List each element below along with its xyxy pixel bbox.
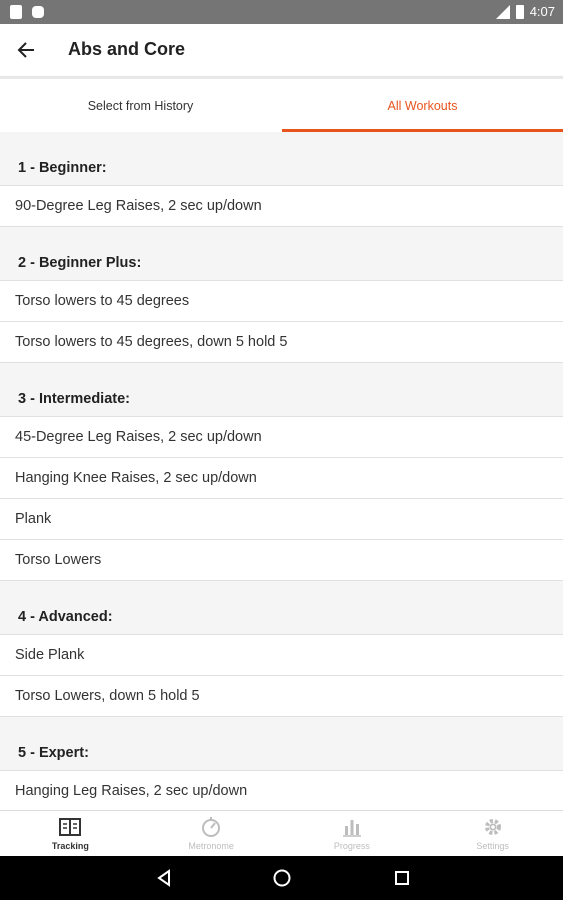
tab-all-workouts[interactable]: All Workouts [282,79,563,132]
nav-progress[interactable]: Progress [282,811,423,856]
list-item[interactable]: Hanging Leg Raises, 2 sec up/down [0,771,563,810]
tab-bar: Select from History All Workouts [0,76,563,132]
battery-icon [515,4,524,19]
metronome-icon [200,816,222,838]
page-title: Abs and Core [68,39,186,59]
triangle-back-icon [157,869,170,887]
status-bar: 4:07 [0,0,563,24]
section-header-advanced: 4 - Advanced: [0,581,563,635]
signal-icon [495,4,510,19]
list-item[interactable]: Torso lowers to 45 degrees, down 5 hold … [0,322,563,363]
android-icon [32,6,44,18]
system-back-button[interactable] [152,867,176,889]
nav-tracking-label: Tracking [51,841,89,851]
arrow-left-icon [17,42,34,58]
list-item[interactable]: Plank [0,499,563,540]
circle-home-icon [273,869,291,887]
nav-progress-label: Progress [333,841,370,851]
tracking-icon [59,816,82,838]
list-item[interactable]: 45-Degree Leg Raises, 2 sec up/down [0,417,563,458]
nav-settings-label: Settings [476,841,509,851]
list-item[interactable]: Torso Lowers, down 5 hold 5 [0,676,563,717]
section-header-intermediate: 3 - Intermediate: [0,363,563,417]
progress-icon [341,816,363,838]
status-time: 4:07 [529,4,555,19]
settings-icon [482,816,504,838]
sd-card-icon [10,5,22,19]
square-recents-icon [395,871,409,885]
bottom-navigation: Tracking Metronome Progress Settings [0,810,563,856]
list-item[interactable]: Torso lowers to 45 degrees [0,281,563,322]
list-item[interactable]: Torso Lowers [0,540,563,581]
nav-tracking[interactable]: Tracking [0,811,141,856]
section-header-beginner: 1 - Beginner: [0,132,563,186]
system-recents-button[interactable] [390,867,414,889]
section-header-expert: 5 - Expert: [0,717,563,771]
nav-metronome[interactable]: Metronome [141,811,282,856]
tab-select-from-history[interactable]: Select from History [0,79,281,132]
back-button[interactable] [12,36,40,64]
list-item[interactable]: Side Plank [0,635,563,676]
list-item[interactable]: Hanging Knee Raises, 2 sec up/down [0,458,563,499]
workout-list[interactable]: 1 - Beginner: 90-Degree Leg Raises, 2 se… [0,132,563,810]
nav-settings[interactable]: Settings [422,811,563,856]
nav-metronome-label: Metronome [188,841,234,851]
system-navigation-bar [0,856,563,900]
list-item[interactable]: 90-Degree Leg Raises, 2 sec up/down [0,186,563,227]
system-home-button[interactable] [270,867,294,889]
section-header-beginner-plus: 2 - Beginner Plus: [0,227,563,281]
app-bar: Abs and Core [0,24,563,76]
